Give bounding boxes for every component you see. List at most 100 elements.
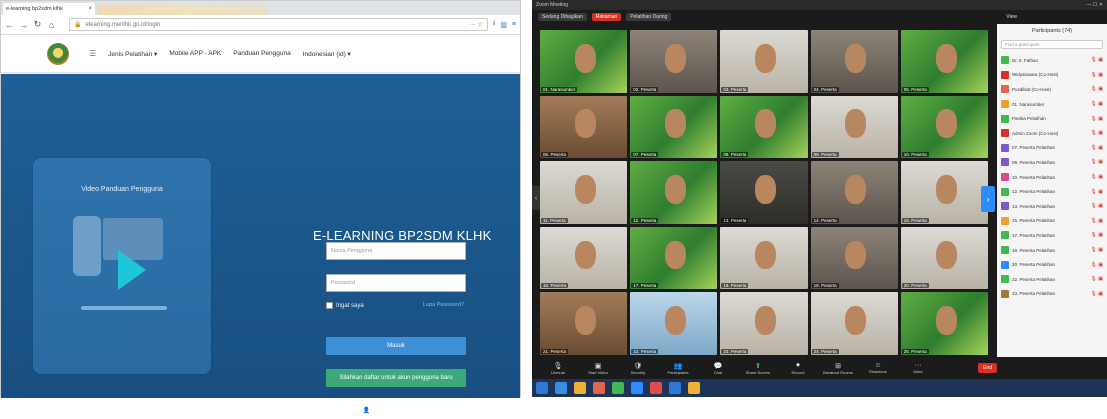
video-tile[interactable]: 21. Peserta <box>540 292 628 355</box>
video-tile[interactable]: 01. Narasumber <box>540 30 628 93</box>
participant-row[interactable]: 13. Peserta Pelatihan 🎙 ▣ <box>1001 199 1103 214</box>
participant-row[interactable]: Dr. Ir. Fathan 🎙 ▣ <box>1001 53 1103 68</box>
hamburger-icon[interactable]: ☰ <box>89 49 96 58</box>
folder-icon[interactable] <box>688 382 700 394</box>
video-tile[interactable]: 16. Peserta <box>540 226 628 290</box>
control-video-camera[interactable]: ▣ Start Video <box>580 362 616 375</box>
nav-mobile-app[interactable]: Mobile APP - APK <box>169 50 221 57</box>
register-button[interactable]: Silahkan daftar untuk akun pengguna baru <box>326 369 466 387</box>
video-tile[interactable]: 07. Peserta <box>630 95 718 159</box>
window-controls-icon[interactable]: — ☐ ✕ <box>1087 2 1103 8</box>
file-explorer-icon[interactable] <box>574 382 586 394</box>
nav-jenis-pelatihan[interactable]: Jenis Pelatihan ▾ <box>108 50 157 58</box>
video-tile[interactable]: 03. Peserta <box>720 30 808 93</box>
browser-tab[interactable]: e-learning bp2sdm klhk × <box>3 3 95 15</box>
control-more[interactable]: ··· More <box>900 362 936 374</box>
library-icon[interactable]: ▥ <box>500 21 507 29</box>
video-tile[interactable]: 02. Peserta <box>630 30 718 93</box>
control-reactions[interactable]: ☺ Reactions <box>860 362 896 374</box>
video-tile[interactable]: 13. Peserta <box>720 161 808 224</box>
mic-video-status-icon[interactable]: 🎙 ▣ <box>1091 291 1103 297</box>
close-icon[interactable]: × <box>88 6 92 12</box>
mic-video-status-icon[interactable]: 🎙 ▣ <box>1091 57 1103 63</box>
menu-icon[interactable]: ≡ <box>512 21 516 28</box>
password-input[interactable]: Password <box>326 274 466 292</box>
mic-video-status-icon[interactable]: 🎙 ▣ <box>1091 174 1103 180</box>
video-tile[interactable]: 24. Peserta <box>810 292 898 355</box>
next-page-icon[interactable]: › <box>981 186 995 212</box>
control-record[interactable]: ⏺ Record <box>780 362 816 375</box>
url-field[interactable]: 🔒 elearning.menlhk.go.id/login ··· ☆ <box>69 18 488 31</box>
windows-start-icon[interactable] <box>536 382 548 394</box>
control-microphone[interactable]: 🎙 Unmute <box>540 362 576 375</box>
home-icon[interactable]: ⌂ <box>47 20 56 30</box>
participant-row[interactable]: 17. Peserta Pelatihan 🎙 ▣ <box>1001 228 1103 243</box>
participant-row[interactable]: 23. Peserta Pelatihan 🎙 ▣ <box>1001 287 1103 302</box>
remember-me[interactable]: Ingat saya <box>326 302 364 309</box>
video-tile[interactable]: 06. Peserta <box>540 95 628 159</box>
video-tile[interactable]: 11. Peserta <box>540 161 628 224</box>
participant-row[interactable]: 09. Peserta Pelatihan 🎙 ▣ <box>1001 155 1103 170</box>
mic-video-status-icon[interactable]: 🎙 ▣ <box>1091 247 1103 253</box>
nav-panduan-pengguna[interactable]: Panduan Pengguna <box>233 50 290 57</box>
mic-video-status-icon[interactable]: 🎙 ▣ <box>1091 86 1103 92</box>
login-button[interactable]: Masuk <box>326 337 466 355</box>
video-tile[interactable]: 15. Peserta <box>900 161 988 224</box>
search-icon[interactable] <box>555 382 567 394</box>
mic-video-status-icon[interactable]: 🎙 ▣ <box>1091 218 1103 224</box>
mic-video-status-icon[interactable]: 🎙 ▣ <box>1091 262 1103 268</box>
forgot-password-link[interactable]: Lupa Password? <box>423 302 464 308</box>
video-tile[interactable]: 14. Peserta <box>810 161 898 224</box>
participant-row[interactable]: Widyaiswara (Co-Host) 🎙 ▣ <box>1001 68 1103 83</box>
powerpoint-icon[interactable] <box>650 382 662 394</box>
control-shield[interactable]: 🛡 Security <box>620 362 656 375</box>
video-tile[interactable]: 20. Peserta <box>900 226 988 290</box>
mic-video-status-icon[interactable]: 🎙 ▣ <box>1091 203 1103 209</box>
video-tile[interactable]: 12. Peserta <box>630 161 718 224</box>
video-tile[interactable]: 09. Peserta <box>810 95 898 159</box>
username-input[interactable]: Nama Pengguna <box>326 242 466 260</box>
remember-checkbox[interactable] <box>326 302 333 309</box>
play-icon[interactable] <box>118 250 146 290</box>
forward-icon[interactable]: → <box>19 20 28 30</box>
prev-page-icon[interactable]: ‹ <box>532 186 540 210</box>
end-meeting-button[interactable]: End <box>978 363 997 373</box>
participant-row[interactable]: 18. Peserta Pelatihan 🎙 ▣ <box>1001 243 1103 258</box>
control-chat[interactable]: 💬 Chat <box>700 362 736 375</box>
video-panduan-card[interactable]: Video Panduan Pengguna <box>33 158 211 374</box>
video-tile[interactable]: 04. Peserta <box>810 30 898 93</box>
mic-video-status-icon[interactable]: 🎙 ▣ <box>1091 232 1103 238</box>
mic-video-status-icon[interactable]: 🎙 ▣ <box>1091 101 1103 107</box>
participant-row[interactable]: Admin Zoom (Co-Host) 🎙 ▣ <box>1001 126 1103 141</box>
mic-video-status-icon[interactable]: 🎙 ▣ <box>1091 276 1103 282</box>
nav-language[interactable]: Indonesian (id) ▾ <box>303 50 351 58</box>
participant-row[interactable]: 10. Peserta Pelatihan 🎙 ▣ <box>1001 170 1103 185</box>
mic-video-status-icon[interactable]: 🎙 ▣ <box>1091 116 1103 122</box>
participant-search-input[interactable]: Find a participant <box>1001 40 1103 49</box>
video-tile[interactable]: 10. Peserta <box>900 95 988 159</box>
download-icon[interactable]: ⭳ <box>493 19 495 30</box>
meeting-name[interactable]: Pelatihan Daring <box>626 13 672 21</box>
control-participants[interactable]: 👥 Participants <box>660 362 696 375</box>
participant-row[interactable]: 22. Peserta Pelatihan 🎙 ▣ <box>1001 272 1103 287</box>
mic-video-status-icon[interactable]: 🎙 ▣ <box>1091 72 1103 78</box>
klhk-logo[interactable] <box>47 42 69 65</box>
video-tile[interactable]: 25. Peserta <box>900 292 988 355</box>
mic-video-status-icon[interactable]: 🎙 ▣ <box>1091 189 1103 195</box>
record-status[interactable]: Rekaman <box>591 13 622 21</box>
control-share-screen[interactable]: ⬆ Share Screen <box>740 362 776 375</box>
back-icon[interactable]: ← <box>5 20 14 30</box>
participant-row[interactable]: 20. Peserta Pelatihan 🎙 ▣ <box>1001 257 1103 272</box>
video-tile[interactable]: 18. Peserta <box>720 226 808 290</box>
reload-icon[interactable]: ↻ <box>33 19 42 30</box>
participant-row[interactable]: 01. Narasumber 🎙 ▣ <box>1001 97 1103 112</box>
mic-video-status-icon[interactable]: 🎙 ▣ <box>1091 145 1103 151</box>
mic-video-status-icon[interactable]: 🎙 ▣ <box>1091 130 1103 136</box>
browser-tab-background[interactable] <box>97 5 267 15</box>
participant-row[interactable]: 15. Peserta Pelatihan 🎙 ▣ <box>1001 214 1103 229</box>
video-tile[interactable]: 19. Peserta <box>810 226 898 290</box>
participant-row[interactable]: Panitia Pelatihan 🎙 ▣ <box>1001 111 1103 126</box>
control-breakout-rooms[interactable]: ⊞ Breakout Rooms <box>820 362 856 375</box>
mic-video-status-icon[interactable]: 🎙 ▣ <box>1091 159 1103 165</box>
video-tile[interactable]: 08. Peserta <box>720 95 808 159</box>
